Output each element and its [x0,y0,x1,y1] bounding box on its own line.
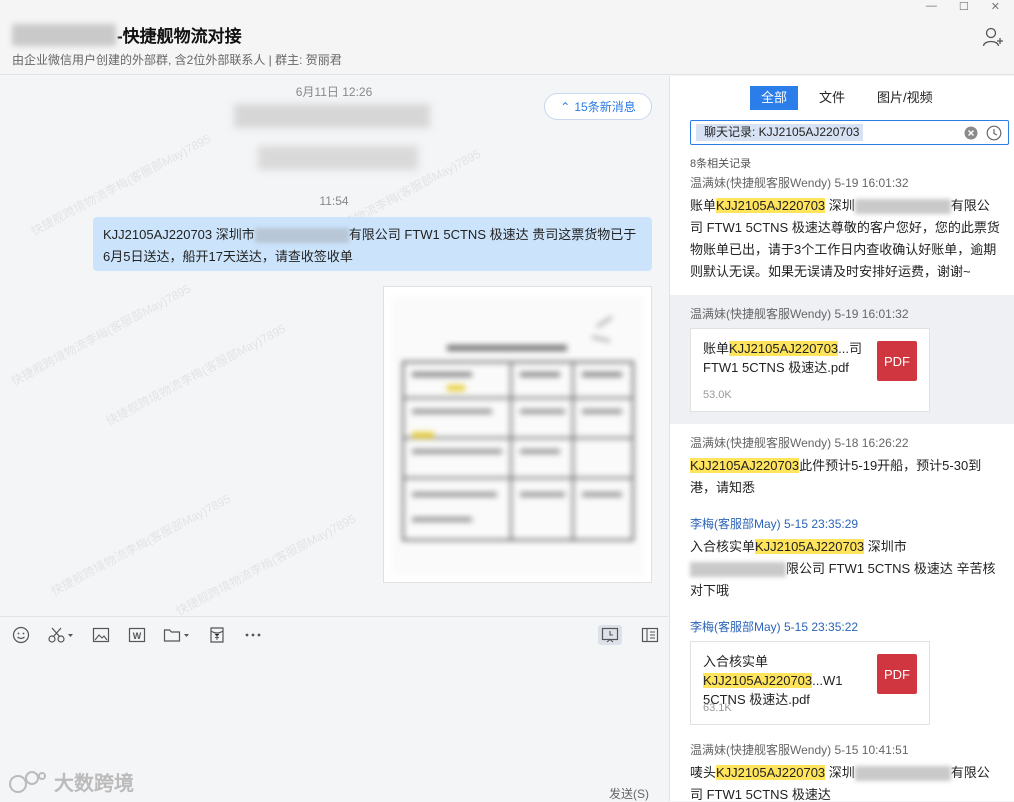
double-chevron-up-icon: ⌃ [560,99,571,114]
highlighted-keyword: KJJ2105AJ220703 [690,458,800,473]
chat-history-search-panel: 全部 文件 图片/视频 聊天记录: KJJ2105AJ220703 8条相关记录… [669,76,1014,801]
message-input-area[interactable]: W 大数跨境 发送(S) [0,616,668,801]
brand-name: 大数跨境 [54,773,134,795]
emoji-icon[interactable] [10,625,32,645]
result-text: 唛头KJJ2105AJ220703 深圳 有限公司 FTW1 5CTNS 极速达 [690,762,1001,801]
highlighted-keyword: KJJ2105AJ220703 [755,539,865,554]
highlighted-keyword: KJJ2105AJ220703 [716,765,826,780]
result-sender: 温满妹(快捷舰客服Wendy) 5-19 16:01:32 [690,176,909,190]
close-button[interactable]: ✕ [991,0,1000,13]
maximize-button[interactable]: ☐ [959,0,969,13]
minimize-button[interactable]: — [926,0,937,13]
watermark: 快捷舰跨境物流李梅(客服部May)7895 [8,281,194,389]
pdf-file-icon: PDF [877,341,917,381]
result-text: 账单KJJ2105AJ220703 深圳 有限公司 FTW1 5CTNS 极速达尊… [690,195,1001,283]
redacted-message [234,104,430,128]
word-document-icon[interactable]: W [126,625,148,645]
tab-files[interactable]: 文件 [808,86,856,110]
highlighted-keyword: KJJ2105AJ220703 [703,673,813,688]
tab-all[interactable]: 全部 [750,86,799,110]
folder-icon[interactable] [162,625,192,645]
send-button[interactable]: 发送(S) [609,785,649,802]
result-text: 入合核实单KJJ2105AJ220703 深圳市限公司 FTW1 5CTNS 极… [690,536,1001,602]
result-sender: 温满妹(快捷舰客服Wendy) 5-19 16:01:32 [690,307,909,321]
text-part: 入合核实单 [690,539,756,554]
image-attachment[interactable] [383,286,652,583]
group-subtitle: 由企业微信用户创建的外部群, 含2位外部联系人 | 群主: 贺丽君 [12,53,342,67]
file-attachment-card[interactable]: 入合核实单KJJ2105AJ220703...W1 5CTNS 极速达.pdf … [690,641,930,725]
highlighted-keyword: KJJ2105AJ220703 [716,198,826,213]
watermark: 快捷舰跨境物流李梅(客服部May)7895 [173,511,359,616]
result-sender: 温满妹(快捷舰客服Wendy) 5-15 10:41:51 [690,743,909,757]
text-part: 深圳市 [864,539,907,554]
redacted-company [254,228,349,244]
search-result-item[interactable]: 温满妹(快捷舰客服Wendy) 5-19 16:01:32 账单KJJ2105A… [670,172,1014,295]
result-sender: 温满妹(快捷舰客服Wendy) 5-18 16:26:22 [690,436,909,450]
clear-icon[interactable] [964,126,978,140]
file-name: 账单KJJ2105AJ220703...司 FTW1 5CTNS 极速达.pdf [703,339,863,377]
redacted-company [854,766,951,782]
screenshot-scissors-icon[interactable] [46,625,76,645]
text-part: 账单 [690,198,717,213]
red-packet-icon[interactable] [206,625,228,645]
search-result-item[interactable]: 温满妹(快捷舰客服Wendy) 5-18 16:26:22 KJJ2105AJ2… [670,424,1014,511]
search-result-item[interactable]: 温满妹(快捷舰客服Wendy) 5-19 16:01:32 账单KJJ2105A… [670,295,1014,424]
new-messages-button[interactable]: ⌃ 15条新消息 [544,93,652,120]
watermark: 快捷舰跨境物流李梅(客服部May)7895 [103,321,289,429]
redacted-company [690,562,786,578]
window-controls: — ☐ ✕ [926,0,1000,13]
group-title: -快捷舰物流对接 [117,27,242,46]
chat-history-icon[interactable] [598,625,622,645]
svg-text:W: W [133,631,142,641]
chat-messages-area[interactable]: 快捷舰跨境物流李梅(客服部May)7895 快捷舰跨境物流李梅(客服部May)7… [0,76,668,616]
highlighted-keyword: KJJ2105AJ220703 [729,341,839,356]
title-row: -快捷舰物流对接 [12,22,242,47]
add-member-icon[interactable] [982,26,1004,48]
search-result-item[interactable]: 温满妹(快捷舰客服Wendy) 5-15 10:41:51 唛头KJJ2105A… [670,737,1014,801]
more-icon[interactable] [242,625,264,645]
clock-icon[interactable] [986,125,1002,141]
tab-images-videos[interactable]: 图片/视频 [866,86,944,110]
input-toolbar-right [598,625,662,645]
message-bubble[interactable]: KJJ2105AJ220703 深圳市 有限公司 FTW1 5CTNS 极速达 贵… [93,217,652,271]
search-results-list: 温满妹(快捷舰客服Wendy) 5-19 16:01:32 账单KJJ2105A… [670,172,1014,801]
pdf-file-icon: PDF [877,654,917,694]
redacted-group-name [12,23,116,46]
redacted-company [854,199,951,215]
file-size: 53.0K [703,389,732,401]
result-count: 8条相关记录 [690,158,752,170]
search-tabs: 全部 文件 图片/视频 [750,86,954,110]
blurred-document-image [392,297,643,575]
search-result-item[interactable]: 李梅(客服部May) 5-15 23:35:29 入合核实单KJJ2105AJ2… [670,511,1014,614]
input-toolbar: W [10,625,264,645]
text-part: 唛头 [690,765,717,780]
new-messages-label: 15条新消息 [574,100,636,114]
search-query-tag[interactable]: 聊天记录: KJJ2105AJ220703 [696,124,864,141]
file-attachment-card[interactable]: 账单KJJ2105AJ220703...司 FTW1 5CTNS 极速达.pdf… [690,328,930,412]
text-part: 账单 [703,341,730,356]
brand-logo-icon [9,770,46,793]
search-result-item[interactable]: 李梅(客服部May) 5-15 23:35:22 入合核实单 KJJ2105AJ2… [670,614,1014,737]
result-sender: 李梅(客服部May) 5-15 23:35:29 [690,517,859,531]
image-icon[interactable] [90,625,112,645]
text-part: 深圳 [825,765,855,780]
brand-watermark: 大数跨境 [8,767,134,796]
result-sender: 李梅(客服部May) 5-15 23:35:22 [690,620,859,634]
watermark: 快捷舰跨境物流李梅(客服部May)7895 [48,491,234,599]
timestamp: 11:54 [319,194,349,208]
result-text: KJJ2105AJ220703此件预计5-19开船，预计5-30到港，请知悉 [690,455,1001,499]
redacted-message [258,146,418,170]
file-name: 入合核实单KJJ2105AJ220703...W1 5CTNS 极速达.pdf [703,652,863,709]
message-text-part: KJJ2105AJ220703 深圳市 [103,227,255,242]
search-input[interactable]: 聊天记录: KJJ2105AJ220703 [690,120,1009,145]
text-part: 入合核实单 [703,654,769,669]
chat-header: -快捷舰物流对接 由企业微信用户创建的外部群, 含2位外部联系人 | 群主: 贺… [0,0,1014,75]
file-size: 63.1K [703,702,732,714]
text-part: 深圳 [825,198,855,213]
side-panel-icon[interactable] [638,625,662,645]
